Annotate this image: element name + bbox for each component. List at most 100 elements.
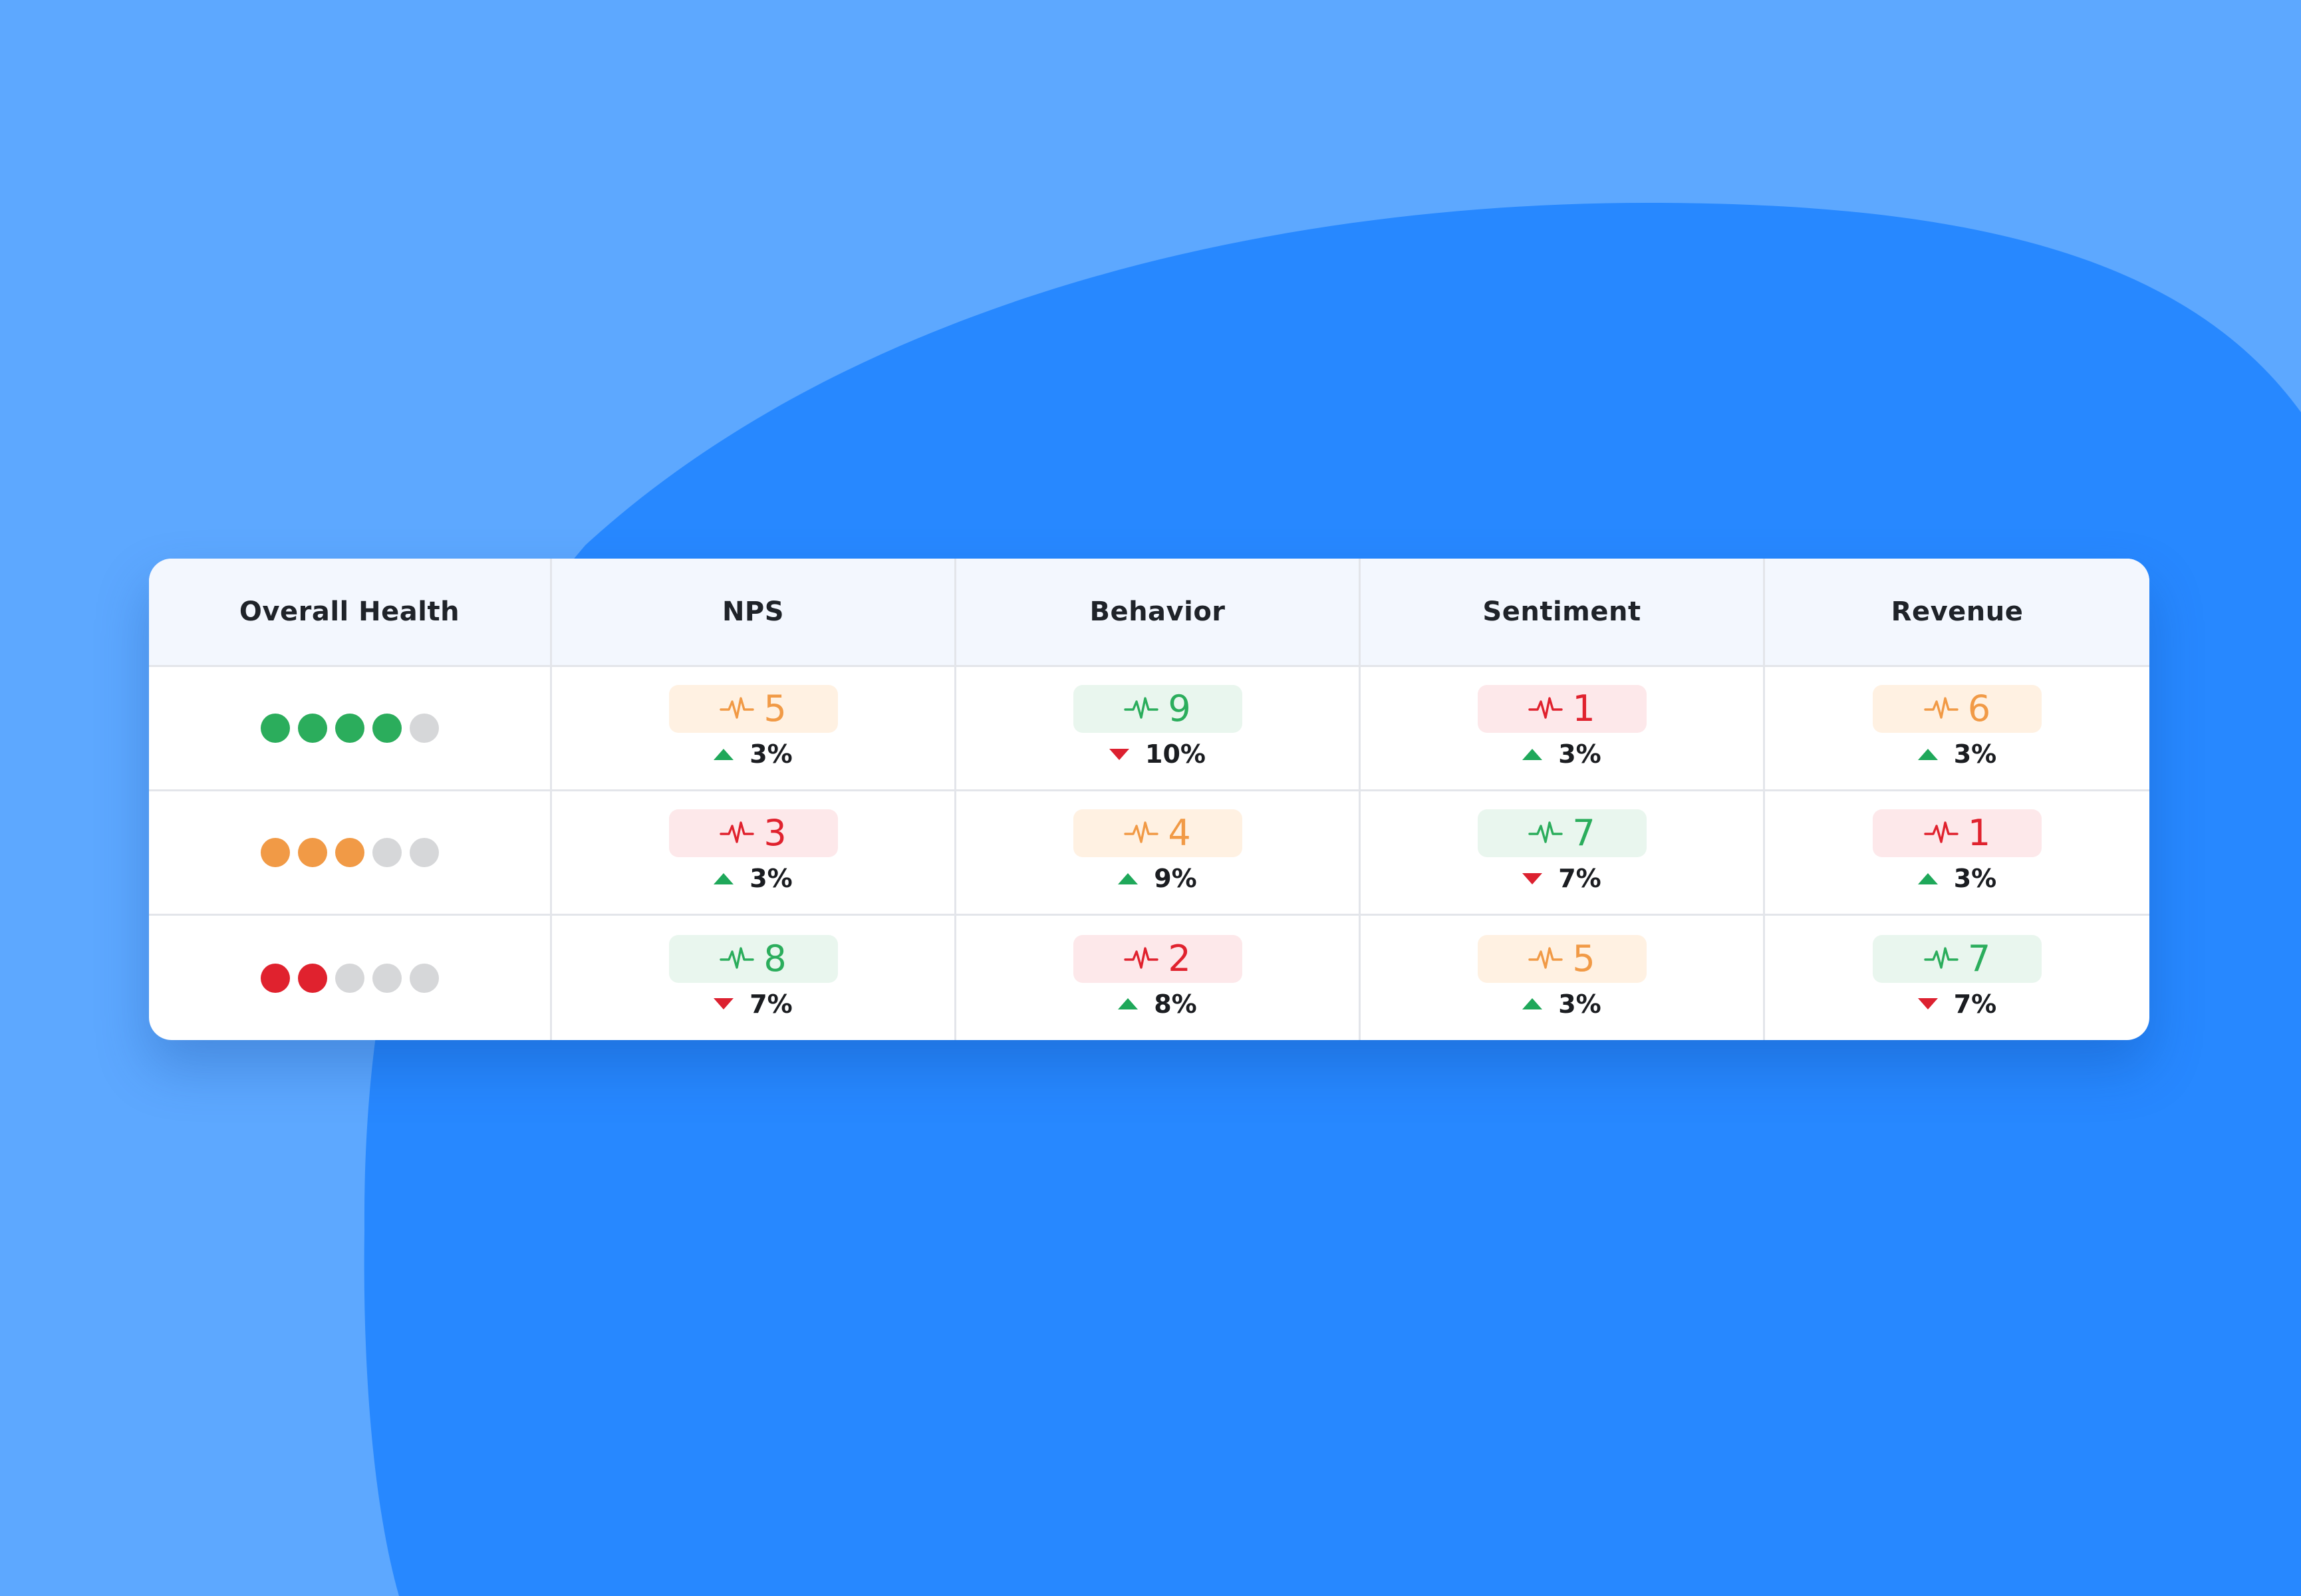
metric-cell: 7 7% <box>1765 916 2149 1040</box>
arrow-up-icon <box>1118 872 1139 884</box>
trend-delta: 8% <box>1118 990 1197 1019</box>
pulse-icon <box>720 946 755 972</box>
pulse-icon <box>1124 946 1159 972</box>
health-dot-empty <box>409 963 439 993</box>
delta-value: 10% <box>1145 739 1206 769</box>
health-dot-filled <box>297 714 327 743</box>
metric-cell: 6 3% <box>1765 667 2149 791</box>
score-value: 4 <box>1168 812 1191 854</box>
header-sentiment: Sentiment <box>1361 559 1765 667</box>
health-dot-filled <box>260 714 290 743</box>
pulse-icon <box>1924 946 1959 972</box>
delta-value: 7% <box>1953 989 1997 1019</box>
arrow-up-icon <box>1118 998 1139 1009</box>
score-badge: 1 <box>1477 685 1647 733</box>
trend-delta: 3% <box>1522 739 1601 769</box>
score-value: 1 <box>1967 812 1991 854</box>
delta-value: 3% <box>1558 989 1601 1019</box>
delta-value: 3% <box>1953 739 1997 769</box>
score-value: 6 <box>1967 688 1991 730</box>
health-dots <box>260 838 439 867</box>
header-nps: NPS <box>552 559 956 667</box>
health-dot-filled <box>335 714 364 743</box>
header-label: NPS <box>722 597 785 627</box>
health-cell <box>149 916 552 1040</box>
header-label: Revenue <box>1891 597 2024 627</box>
arrow-up-icon <box>1917 748 1938 760</box>
header-overall-health: Overall Health <box>149 559 552 667</box>
trend-delta: 9% <box>1118 864 1197 893</box>
trend-delta: 7% <box>1917 989 1997 1019</box>
score-value: 2 <box>1168 937 1191 980</box>
score-value: 7 <box>1572 812 1595 854</box>
health-dots <box>260 963 439 993</box>
trend-delta: 7% <box>1522 864 1601 893</box>
health-dot-filled <box>260 963 290 993</box>
trend-delta: 3% <box>714 864 793 893</box>
health-dot-empty <box>409 838 439 867</box>
pulse-icon <box>1924 696 1959 722</box>
score-value: 1 <box>1572 688 1595 730</box>
metric-cell: 5 3% <box>552 667 956 791</box>
pulse-icon <box>1924 820 1959 847</box>
score-value: 5 <box>763 688 787 730</box>
pulse-icon <box>1528 820 1563 847</box>
delta-value: 3% <box>1558 739 1601 769</box>
score-value: 7 <box>1967 937 1991 980</box>
health-cell <box>149 791 552 916</box>
score-value: 5 <box>1572 937 1595 980</box>
arrow-up-icon <box>1522 998 1543 1009</box>
header-revenue: Revenue <box>1765 559 2149 667</box>
metric-cell: 1 3% <box>1361 667 1765 791</box>
delta-value: 3% <box>749 739 793 769</box>
score-badge: 7 <box>1873 934 2042 983</box>
trend-delta: 3% <box>714 739 793 769</box>
score-badge: 5 <box>1477 934 1647 983</box>
health-dot-filled <box>260 838 290 867</box>
header-label: Overall Health <box>239 597 460 627</box>
health-dot-empty <box>409 714 439 743</box>
metric-cell: 8 7% <box>552 916 956 1040</box>
trend-delta: 7% <box>714 990 793 1019</box>
arrow-down-icon <box>714 998 734 1009</box>
score-badge: 4 <box>1073 809 1242 857</box>
score-badge: 6 <box>1873 685 2042 733</box>
metric-cell: 7 7% <box>1361 791 1765 916</box>
pulse-icon <box>720 696 755 722</box>
arrow-down-icon <box>1522 872 1543 884</box>
metric-cell: 9 10% <box>956 667 1361 791</box>
header-label: Behavior <box>1089 597 1226 627</box>
health-dot-filled <box>297 963 327 993</box>
score-value: 8 <box>763 937 787 980</box>
delta-value: 8% <box>1154 989 1197 1019</box>
pulse-icon <box>1528 696 1563 722</box>
trend-delta: 3% <box>1522 990 1601 1019</box>
arrow-up-icon <box>1917 872 1938 884</box>
health-dot-filled <box>372 714 402 743</box>
metric-cell: 1 3% <box>1765 791 2149 916</box>
metric-cell: 5 3% <box>1361 916 1765 1040</box>
pulse-icon <box>720 820 755 847</box>
score-badge: 3 <box>668 809 838 857</box>
health-dot-filled <box>297 838 327 867</box>
arrow-down-icon <box>1917 998 1938 1009</box>
delta-value: 3% <box>1953 864 1997 893</box>
pulse-icon <box>1528 946 1563 972</box>
arrow-down-icon <box>1109 748 1130 760</box>
arrow-up-icon <box>714 872 734 884</box>
header-label: Sentiment <box>1482 597 1641 627</box>
arrow-up-icon <box>1522 748 1543 760</box>
health-dot-filled <box>335 838 364 867</box>
score-badge: 8 <box>668 934 838 983</box>
health-dot-empty <box>372 838 402 867</box>
pulse-icon <box>1124 820 1159 847</box>
trend-delta: 3% <box>1917 864 1997 893</box>
delta-value: 9% <box>1154 864 1197 893</box>
delta-value: 3% <box>749 864 793 893</box>
metric-cell: 4 9% <box>956 791 1361 916</box>
score-badge: 5 <box>668 685 838 733</box>
score-value: 9 <box>1168 688 1191 730</box>
delta-value: 7% <box>1558 864 1601 893</box>
trend-delta: 3% <box>1917 739 1997 769</box>
score-badge: 9 <box>1073 685 1242 733</box>
